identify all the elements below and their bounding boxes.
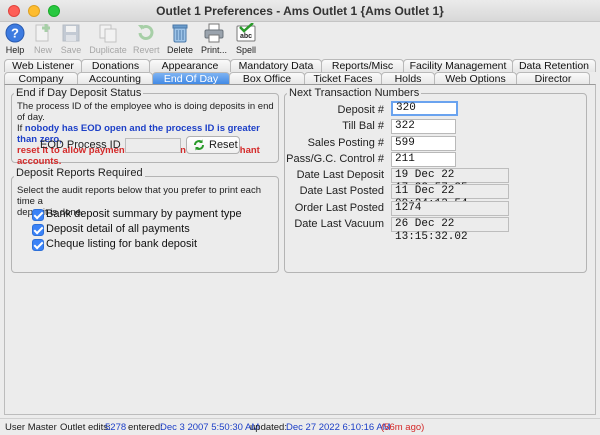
tab-row-upper: Web Listener Donations Appearance Mandat…: [4, 59, 596, 72]
bank-deposit-summary-label: Bank deposit summary by payment type: [46, 208, 242, 220]
svg-text:abc: abc: [240, 33, 252, 40]
eod-line-1: The process ID of the employee who is do…: [17, 101, 274, 123]
deposit-number-label: Deposit #: [337, 104, 384, 116]
printer-icon: [203, 23, 225, 43]
date-last-deposit-label: Date Last Deposit: [296, 169, 384, 181]
end-of-day-panel: End if Day Deposit Status The process ID…: [4, 84, 596, 415]
toolbar: ? Help New Save Duplicate Revert Delete: [0, 22, 600, 58]
delete-button[interactable]: Delete: [167, 22, 193, 58]
order-last-posted-field: 1274: [391, 201, 509, 216]
save-button[interactable]: Save: [58, 22, 84, 58]
print-button[interactable]: Print...: [199, 22, 229, 58]
next-transaction-numbers-title: Next Transaction Numbers: [287, 87, 422, 99]
reset-button[interactable]: Reset: [186, 136, 240, 154]
deposit-detail-checkbox[interactable]: [32, 224, 44, 236]
duplicate-icon: [97, 23, 119, 43]
date-last-vacuum-label: Date Last Vacuum: [294, 218, 384, 230]
cheque-listing-label: Cheque listing for bank deposit: [46, 238, 198, 250]
reset-refresh-icon: [193, 139, 205, 154]
eod-line-2-prefix: If: [17, 123, 25, 134]
status-entered-label: entered:: [128, 422, 163, 433]
tab-facility-management[interactable]: Facility Management: [403, 59, 513, 72]
sales-posting-number-field[interactable]: 599: [391, 136, 456, 151]
revert-button[interactable]: Revert: [133, 22, 160, 58]
deposit-reports-desc-line-1: Select the audit reports below that you …: [17, 185, 261, 207]
cheque-listing-checkbox[interactable]: [32, 239, 44, 251]
bank-deposit-summary-checkbox[interactable]: [32, 209, 44, 221]
spell-check-icon: abc: [235, 22, 257, 43]
tab-mandatory-data[interactable]: Mandatory Data: [230, 59, 322, 72]
status-updated-label: updated:: [250, 422, 287, 433]
eod-status-description: The process ID of the employee who is do…: [17, 101, 279, 167]
date-last-deposit-field: 19 Dec 22 17:32:57.35: [391, 168, 509, 194]
date-last-posted-field: 11 Dec 22 09:24:13.54: [391, 184, 509, 210]
deposit-reports-title: Deposit Reports Required: [14, 167, 145, 179]
deposit-number-field[interactable]: 320: [391, 101, 458, 116]
trash-icon: [169, 23, 191, 43]
order-last-posted-label: Order Last Posted: [294, 202, 384, 214]
new-button[interactable]: New: [30, 22, 56, 58]
date-last-vacuum-field: 26 Dec 22 13:15:32.02: [391, 217, 509, 243]
title-bar: Outlet 1 Preferences - Ams Outlet 1 {Ams…: [0, 0, 600, 22]
status-edits-value: 5278: [105, 422, 127, 433]
window-title: Outlet 1 Preferences - Ams Outlet 1 {Ams…: [156, 4, 444, 18]
revert-icon: [135, 23, 157, 43]
spell-button[interactable]: abc Spell: [233, 22, 259, 58]
eod-process-id-field[interactable]: [125, 138, 181, 153]
status-updated-ago: (56m ago): [381, 422, 425, 433]
help-button[interactable]: ? Help: [2, 22, 28, 58]
duplicate-button[interactable]: Duplicate: [89, 22, 127, 58]
reset-button-label: Reset: [209, 139, 238, 151]
eod-process-id-label: EOD Process ID: [40, 139, 121, 151]
date-last-posted-label: Date Last Posted: [299, 185, 384, 197]
sales-posting-number-label: Sales Posting #: [307, 137, 384, 149]
tab-web-listener[interactable]: Web Listener: [4, 59, 82, 72]
pass-gc-control-field[interactable]: 211: [391, 152, 456, 167]
tab-reports-misc[interactable]: Reports/Misc: [321, 59, 404, 72]
status-updated-value: Dec 27 2022 6:10:16 AM: [286, 422, 391, 433]
tab-donations[interactable]: Donations: [81, 59, 150, 72]
status-user: User Master: [5, 422, 57, 433]
help-icon: ?: [4, 23, 26, 43]
save-icon: [60, 23, 82, 43]
tab-appearance[interactable]: Appearance: [149, 59, 231, 72]
svg-text:?: ?: [11, 26, 19, 41]
eod-status-title: End if Day Deposit Status: [14, 87, 144, 99]
status-entered-value: Dec 3 2007 5:50:30 AM: [160, 422, 260, 433]
pass-gc-control-label: Pass/G.C. Control #: [286, 153, 384, 165]
status-edits-label: Outlet edits:: [60, 422, 111, 433]
deposit-detail-label: Deposit detail of all payments: [46, 223, 190, 235]
till-bal-number-field[interactable]: 322: [391, 119, 456, 134]
new-icon: [32, 23, 54, 43]
till-bal-number-label: Till Bal #: [342, 120, 384, 132]
tab-data-retention[interactable]: Data Retention: [512, 59, 596, 72]
status-bar: User Master Outlet edits: 5278 entered: …: [0, 418, 600, 435]
